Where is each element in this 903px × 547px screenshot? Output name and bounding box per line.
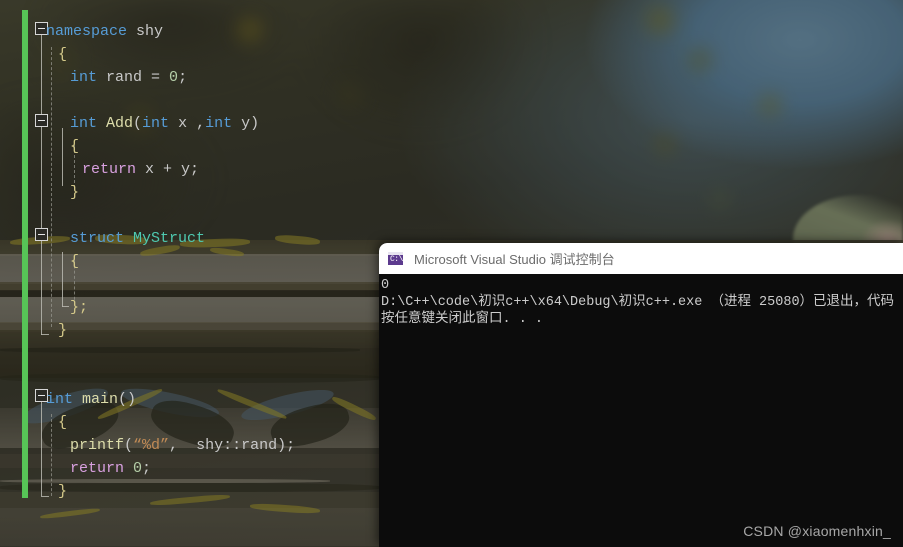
code-token: 0 <box>169 69 179 86</box>
console-icon-label: C:\ <box>390 255 403 264</box>
code-line[interactable]: { <box>58 43 67 66</box>
code-token: ( <box>124 437 134 454</box>
code-token: “%d” <box>133 437 170 454</box>
code-token: ) <box>250 115 260 132</box>
code-line[interactable]: struct MyStruct <box>70 227 205 250</box>
code-token: ; <box>142 460 152 477</box>
code-token: namespace <box>46 23 137 40</box>
code-line[interactable]: } <box>58 480 67 503</box>
code-token: x <box>178 115 197 132</box>
code-line[interactable]: printf(“%d”, shy::rand); <box>70 434 295 457</box>
code-line[interactable]: int Add(int x ,int y) <box>70 112 259 135</box>
debug-console-window[interactable]: C:\ Microsoft Visual Studio 调试控制台 0 D:\C+… <box>379 243 903 547</box>
code-token: shy::rand <box>196 437 278 454</box>
console-title-text: Microsoft Visual Studio 调试控制台 <box>414 252 615 267</box>
code-line[interactable]: } <box>70 181 79 204</box>
code-token: , <box>169 437 197 454</box>
code-token: }; <box>70 299 89 316</box>
code-token: int <box>142 115 179 132</box>
code-token: rand <box>106 69 152 86</box>
console-window-icon: C:\ <box>387 251 404 266</box>
code-line[interactable]: { <box>58 411 67 434</box>
code-line[interactable]: }; <box>70 296 88 319</box>
code-token: y <box>241 115 251 132</box>
code-token: } <box>70 184 80 201</box>
console-title-bar[interactable]: C:\ Microsoft Visual Studio 调试控制台 <box>379 243 903 274</box>
code-token: shy <box>136 23 164 40</box>
code-line[interactable]: return 0; <box>70 457 151 480</box>
console-output-line: 0 <box>381 278 390 293</box>
code-line[interactable]: { <box>70 135 79 158</box>
code-token: { <box>70 138 80 155</box>
code-token: } <box>58 483 68 500</box>
code-token: int <box>205 115 242 132</box>
code-token: x + y; <box>145 161 200 178</box>
code-line[interactable]: namespace shy <box>46 20 163 43</box>
code-token: ; <box>178 69 188 86</box>
code-token: int <box>70 115 107 132</box>
code-token: ); <box>277 437 296 454</box>
code-token: ( <box>133 115 143 132</box>
code-token: int <box>70 69 107 86</box>
code-line[interactable]: { <box>70 250 79 273</box>
console-output-line: D:\C++\code\初识c++\x64\Debug\初识c++.exe （进… <box>381 295 895 310</box>
code-token: Add <box>106 115 134 132</box>
code-token: return <box>70 460 134 477</box>
code-token: main <box>82 391 119 408</box>
code-line[interactable]: } <box>58 319 67 342</box>
console-output-line: 按任意键关闭此窗口. . . <box>381 312 544 327</box>
code-line[interactable]: int rand = 0; <box>70 66 187 89</box>
code-token: { <box>70 253 80 270</box>
code-token: { <box>58 46 68 63</box>
code-line[interactable]: int main() <box>46 388 136 411</box>
code-token: struct <box>70 230 134 247</box>
code-token: () <box>118 391 137 408</box>
csdn-watermark: CSDN @xiaomenhxin_ <box>743 523 891 539</box>
code-token: return <box>82 161 146 178</box>
console-output-area[interactable]: 0 D:\C++\code\初识c++\x64\Debug\初识c++.exe （… <box>379 274 903 328</box>
code-token: printf <box>70 437 125 454</box>
visual-studio-window: namespace shy{int rand = 0; int Add(int x… <box>0 0 903 547</box>
code-token: 0 <box>133 460 143 477</box>
code-token: int <box>46 391 83 408</box>
code-line[interactable]: return x + y; <box>82 158 199 181</box>
code-token: { <box>58 414 68 431</box>
code-token: , <box>196 115 206 132</box>
code-token: MyStruct <box>133 230 206 247</box>
code-token: = <box>151 69 170 86</box>
code-token: } <box>58 322 68 339</box>
